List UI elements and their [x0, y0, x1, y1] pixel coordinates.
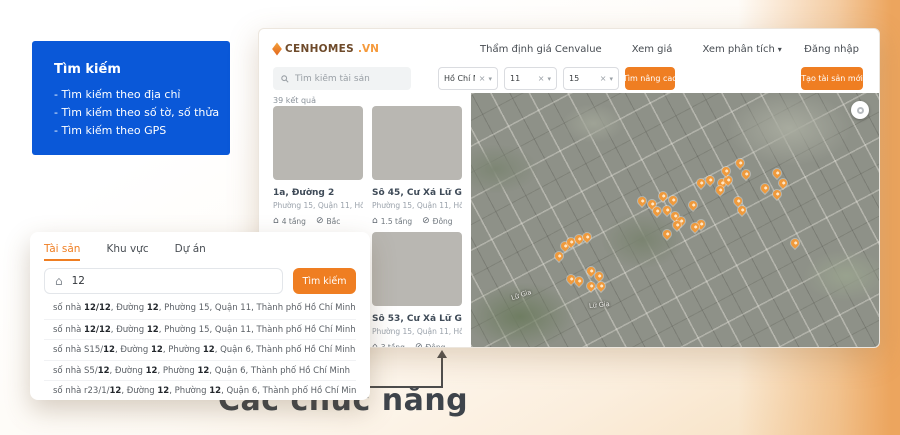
info-card-item: - Tìm kiếm theo địa chỉ [54, 86, 216, 104]
district-select[interactable]: 11 × ▾ [504, 67, 557, 90]
panel-results: số nhà 12/12, Đường 12, Phường 15, Quận … [44, 298, 356, 401]
panel-tabs: Tài sản Khu vực Dự án [44, 243, 356, 261]
results-count: 39 kết quả [273, 96, 316, 105]
map-pin-icon[interactable] [759, 183, 770, 194]
connector-line [441, 356, 443, 388]
info-card-title: Tìm kiếm [54, 62, 216, 77]
map-canvas[interactable]: Lữ Gia Lữ Gia [471, 93, 879, 347]
map-pin-icon[interactable] [735, 157, 746, 168]
panel-query: 12 [72, 275, 85, 287]
property-card[interactable]: Số 45, Cư Xá Lữ Gia Phường 15, Quận 11, … [372, 106, 462, 226]
property-search-input[interactable]: Tìm kiếm tài sản [273, 67, 411, 90]
address-suggestion-row[interactable]: số nhà 12/12, Đường 12, Phường 15, Quận … [44, 319, 356, 340]
login-link[interactable]: Đăng nhập [804, 38, 859, 60]
target-icon [857, 107, 864, 114]
floors-icon: ⌂ [273, 216, 279, 226]
advanced-search-button[interactable]: Tìm nâng cao [625, 67, 675, 90]
search-panel: Tài sản Khu vực Dự án ⌂ 12 Tìm kiếm số n… [30, 232, 370, 400]
arrow-head-icon [437, 350, 447, 358]
cenhomes-logo[interactable]: CENHOMES .VN [273, 43, 379, 55]
compass-icon: ⊘ [316, 216, 324, 226]
tab-tai-san[interactable]: Tài sản [44, 243, 80, 261]
site-header: CENHOMES .VN Thẩm định giá Cenvalue Xem g… [273, 38, 861, 60]
map-pin-icon[interactable] [657, 190, 668, 201]
address-suggestion-row[interactable]: số nhà r23/1/12, Đường 12, Phường 12, Qu… [44, 380, 356, 401]
panel-search-button[interactable]: Tìm kiếm [293, 268, 356, 294]
map-pin-icon[interactable] [582, 231, 593, 242]
street-label: Lữ Gia [510, 288, 532, 302]
map-pin-icon[interactable] [594, 270, 605, 281]
tab-du-an[interactable]: Dự án [175, 243, 206, 261]
address-suggestion-row[interactable]: số nhà S5/12, Đường 12, Phường 12, Quận … [44, 360, 356, 381]
property-photo [372, 106, 462, 180]
search-placeholder: Tìm kiếm tài sản [295, 74, 370, 84]
info-card-item: - Tìm kiếm theo số tờ, số thửa [54, 104, 216, 122]
map-pin-icon[interactable] [553, 250, 564, 261]
map-pin-icon[interactable] [741, 169, 752, 180]
slide-canvas: Tìm kiếm - Tìm kiếm theo địa chỉ - Tìm k… [0, 0, 900, 435]
create-asset-button[interactable]: Tạo tài sản mới [801, 67, 863, 90]
map-pin-icon[interactable] [586, 281, 597, 292]
ward-select[interactable]: 15 × ▾ [563, 67, 619, 90]
header-nav: Thẩm định giá Cenvalue Xem giá Xem phân … [480, 38, 782, 60]
street-label: Lữ Gia [589, 300, 610, 310]
map-pin-icon[interactable] [704, 174, 715, 185]
nav-view-price[interactable]: Xem giá [632, 44, 673, 55]
home-icon: ⌂ [55, 274, 63, 288]
property-card[interactable]: Số 53, Cư Xá Lữ Gia Phường 15, Quận 11, … [372, 232, 462, 348]
nav-valuation[interactable]: Thẩm định giá Cenvalue [480, 44, 602, 55]
map-pin-icon[interactable] [667, 194, 678, 205]
chevron-down-icon: ▾ [488, 75, 492, 83]
floors-icon: ⌂ [372, 342, 378, 348]
property-photo [372, 232, 462, 306]
panel-search-input[interactable]: ⌂ 12 [44, 268, 283, 294]
search-info-card: Tìm kiếm - Tìm kiếm theo địa chỉ - Tìm k… [32, 41, 230, 155]
info-card-item: - Tìm kiếm theo GPS [54, 122, 216, 140]
address-suggestion-row[interactable]: số nhà S15/12, Đường 12, Phường 12, Quận… [44, 339, 356, 360]
map-pin-icon[interactable] [790, 237, 801, 248]
clear-icon[interactable]: × [600, 74, 607, 83]
chevron-down-icon: ▾ [778, 45, 782, 54]
search-icon [281, 75, 289, 83]
floors-icon: ⌂ [372, 216, 378, 226]
logo-brand: CENHOMES [285, 43, 354, 55]
logo-diamond-icon [272, 43, 282, 56]
map-pin-icon[interactable] [720, 165, 731, 176]
map-pin-icon[interactable] [596, 281, 607, 292]
map-pin-icon[interactable] [688, 199, 699, 210]
chevron-down-icon: ▾ [609, 75, 613, 83]
clear-icon[interactable]: × [479, 74, 486, 83]
city-select[interactable]: Hồ Chí Minh × ▾ [438, 67, 498, 90]
filter-bar: Tìm kiếm tài sản Hồ Chí Minh × ▾ 11 × ▾ … [273, 67, 863, 90]
property-card[interactable]: 1a, Đường 2 Phường 15, Quận 11, Hồ Chí M… [273, 106, 363, 226]
map-pin-icon[interactable] [777, 178, 788, 189]
chevron-down-icon: ▾ [547, 75, 551, 83]
property-photo [273, 106, 363, 180]
compass-icon: ⊘ [415, 342, 423, 348]
map-pin-icon[interactable] [637, 195, 648, 206]
map-pin-icon[interactable] [661, 228, 672, 239]
tab-khu-vuc[interactable]: Khu vực [106, 243, 148, 261]
logo-tld: .VN [358, 43, 379, 55]
map-pin-icon[interactable] [771, 188, 782, 199]
map-control-button[interactable] [851, 101, 869, 119]
nav-view-analysis[interactable]: Xem phân tích▾ [702, 44, 781, 55]
compass-icon: ⊘ [422, 216, 430, 226]
map-pin-icon[interactable] [771, 168, 782, 179]
address-suggestion-row[interactable]: số nhà 12/12, Đường 12, Phường 15, Quận … [44, 298, 356, 319]
clear-icon[interactable]: × [538, 74, 545, 83]
